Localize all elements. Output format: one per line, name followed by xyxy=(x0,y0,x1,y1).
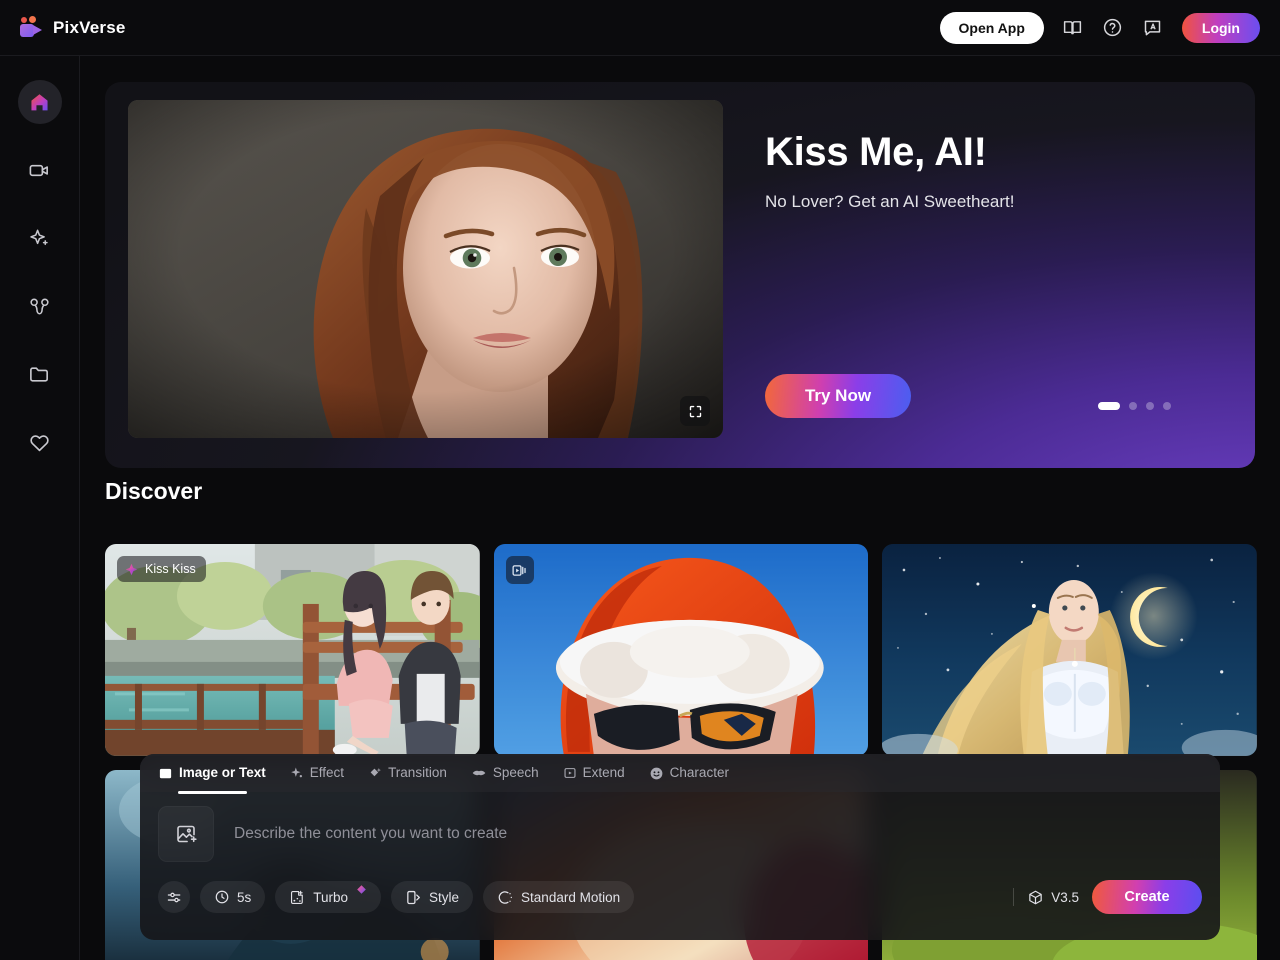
sparkle-diamond-icon xyxy=(124,562,139,577)
premium-gem-icon xyxy=(356,884,367,895)
motion-orbit-icon xyxy=(497,889,514,906)
brand-name: PixVerse xyxy=(53,17,126,37)
tab-effect[interactable]: Effect xyxy=(290,754,344,792)
feedback-chat-icon[interactable] xyxy=(1142,17,1164,39)
top-header-bar: PixVerse Open App Login xyxy=(0,0,1280,56)
tab-label: Effect xyxy=(309,765,345,780)
tab-label: Image or Text xyxy=(179,765,266,780)
style-chip[interactable]: Style xyxy=(391,881,474,913)
carousel-dot-1[interactable] xyxy=(1098,402,1120,410)
model-version-selector[interactable]: V3.5 xyxy=(1027,889,1079,906)
vertical-divider xyxy=(1013,888,1015,906)
brand-logo[interactable]: PixVerse xyxy=(18,15,126,40)
carousel-dot-3[interactable] xyxy=(1146,402,1154,410)
card-badge-kiss-kiss: Kiss Kiss xyxy=(117,556,206,582)
tab-character[interactable]: Character xyxy=(649,754,729,792)
sidebar-item-likes[interactable] xyxy=(18,420,62,464)
hero-portrait-artwork xyxy=(128,100,723,438)
prompt-mode-tabs: Image or Text Effect Transition Speech E… xyxy=(140,754,1220,794)
prompt-creation-bar: Image or Text Effect Transition Speech E… xyxy=(140,754,1220,940)
tab-extend[interactable]: Extend xyxy=(563,754,625,792)
create-button[interactable]: Create xyxy=(1092,880,1202,914)
model-version-label: V3.5 xyxy=(1051,889,1079,905)
sidebar-item-video[interactable] xyxy=(18,148,62,192)
carousel-dots xyxy=(1098,402,1171,410)
sidebar-item-character[interactable] xyxy=(18,284,62,328)
tab-label: Speech xyxy=(492,765,539,780)
help-circle-icon[interactable] xyxy=(1102,17,1124,39)
cube-icon xyxy=(1027,889,1044,906)
diamond-icon xyxy=(368,766,382,780)
smiley-icon xyxy=(649,766,664,781)
hero-title: Kiss Me, AI! xyxy=(765,130,987,174)
play-frame-icon xyxy=(563,766,577,780)
discover-card-grid: Kiss Kiss xyxy=(105,544,1258,756)
settings-chip[interactable] xyxy=(158,881,190,913)
card-badge-santa xyxy=(505,556,534,584)
duration-chip[interactable]: 5s xyxy=(200,881,266,913)
hero-image[interactable] xyxy=(128,100,723,438)
discover-card-moonlight[interactable] xyxy=(882,544,1258,756)
discover-card-kiss-kiss[interactable]: Kiss Kiss xyxy=(105,544,480,756)
carousel-dot-2[interactable] xyxy=(1129,402,1137,410)
santa-artwork xyxy=(493,544,869,756)
tab-label: Character xyxy=(669,765,729,780)
discover-heading: Discover xyxy=(105,478,203,504)
card-badge-label: Kiss Kiss xyxy=(145,562,196,576)
sidebar-item-assets[interactable] xyxy=(18,352,62,396)
top-nav: Open App Login xyxy=(939,11,1260,44)
tab-label: Transition xyxy=(388,765,447,780)
left-sidebar xyxy=(0,56,80,960)
quality-chip[interactable]: Turbo xyxy=(275,881,382,913)
hero-banner: Kiss Me, AI! No Lover? Get an AI Sweethe… xyxy=(105,82,1255,468)
open-app-button[interactable]: Open App xyxy=(939,11,1044,44)
tab-label: Extend xyxy=(582,765,625,780)
add-image-icon[interactable] xyxy=(158,806,214,862)
prompt-input[interactable] xyxy=(234,825,1202,843)
hero-subtitle: No Lover? Get an AI Sweetheart! xyxy=(765,192,1015,211)
quality-label: Turbo xyxy=(313,889,349,905)
sidebar-item-home[interactable] xyxy=(17,80,62,124)
prompt-actions: V3.5 Create xyxy=(1013,880,1202,914)
turbo-grid-icon xyxy=(289,889,306,906)
tab-transition[interactable]: Transition xyxy=(368,754,447,792)
sliders-icon xyxy=(166,889,183,906)
carousel-dot-4[interactable] xyxy=(1163,402,1171,410)
book-icon[interactable] xyxy=(1062,17,1084,39)
moonlight-artwork xyxy=(882,544,1257,756)
style-label: Style xyxy=(429,889,460,905)
motion-chip[interactable]: Standard Motion xyxy=(483,881,635,913)
aspect-style-icon xyxy=(405,889,422,906)
lips-icon xyxy=(471,765,487,781)
motion-label: Standard Motion xyxy=(521,889,621,905)
discover-card-santa[interactable] xyxy=(493,544,869,756)
try-now-button[interactable]: Try Now xyxy=(765,374,911,418)
video-frames-icon xyxy=(511,562,528,579)
prompt-controls-row: 5s Turbo Style Standard Motion V3.5 Crea… xyxy=(140,862,1220,914)
sidebar-item-effects[interactable] xyxy=(18,216,62,260)
clock-icon xyxy=(214,889,230,905)
pixverse-camera-logo-icon xyxy=(18,15,44,40)
duration-label: 5s xyxy=(237,889,252,905)
tab-image-or-text[interactable]: Image or Text xyxy=(158,754,266,794)
image-icon xyxy=(158,766,173,781)
tab-speech[interactable]: Speech xyxy=(471,754,539,792)
expand-fullscreen-icon[interactable] xyxy=(680,396,710,426)
login-button[interactable]: Login xyxy=(1181,12,1260,43)
prompt-input-row xyxy=(140,792,1220,862)
sparkle-icon xyxy=(290,766,304,780)
